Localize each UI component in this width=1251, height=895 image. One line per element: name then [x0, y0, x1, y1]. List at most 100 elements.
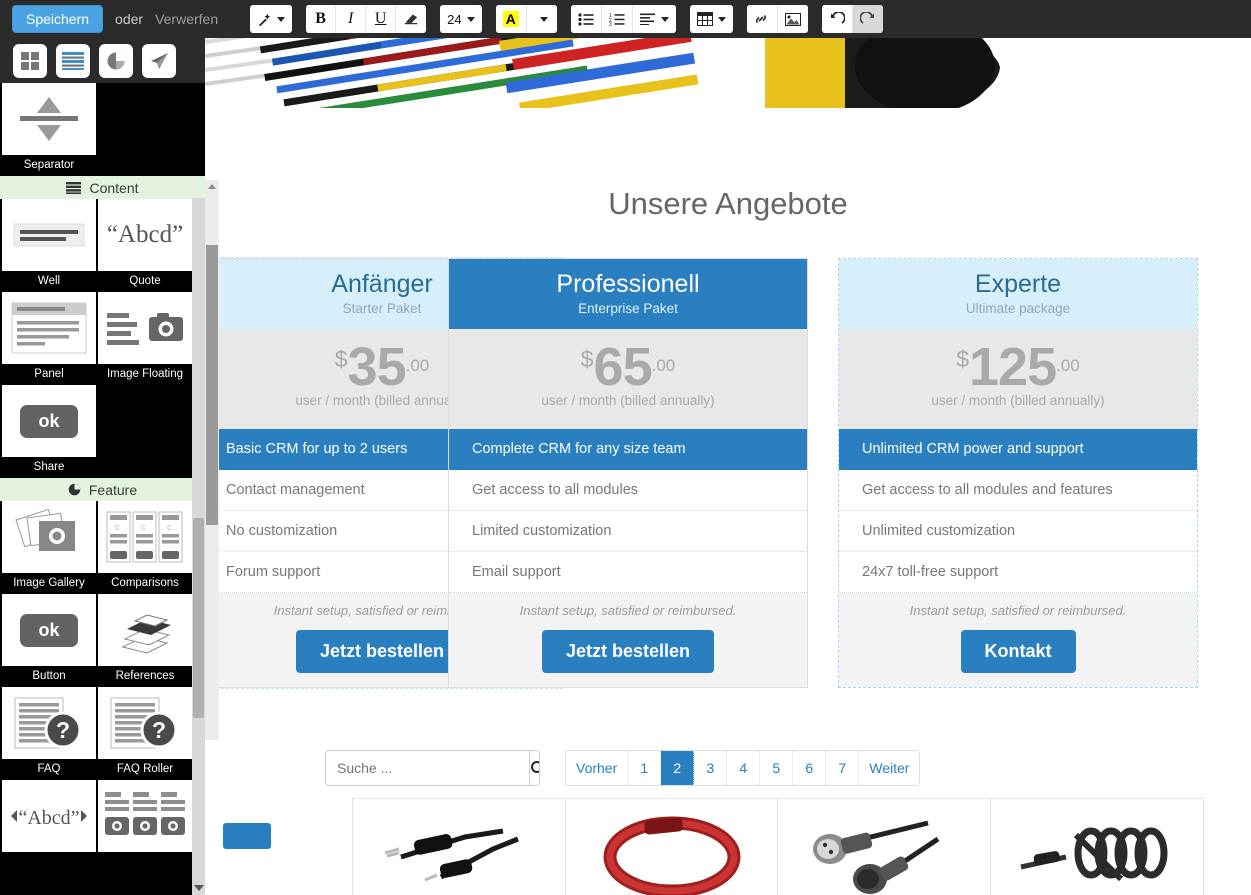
bold-button[interactable]: B [306, 5, 337, 33]
order-button[interactable]: Jetzt bestellen [295, 630, 469, 673]
list-group: 123 [570, 5, 676, 33]
separator-icon[interactable] [2, 83, 96, 155]
search-icon[interactable] [529, 751, 539, 785]
button-icon[interactable]: ok [2, 594, 96, 666]
font-size-group: 24 [440, 5, 482, 33]
sidebar-block-faq-roller[interactable]: ? FAQ Roller [98, 687, 192, 780]
format-group: B I U [306, 5, 427, 33]
search-input[interactable] [326, 751, 529, 785]
faq-roller-icon[interactable]: ? [98, 687, 192, 759]
italic-button[interactable]: I [336, 5, 367, 33]
sidebar-block-button[interactable]: ok Button [2, 594, 96, 687]
undo-icon[interactable] [821, 5, 853, 33]
content-scrollbar[interactable] [205, 180, 219, 740]
font-color-button[interactable]: A [495, 5, 527, 33]
pagination-page-4[interactable]: 4 [727, 751, 761, 785]
pagination-page-1[interactable]: 1 [628, 751, 662, 785]
scrollbar-thumb[interactable] [206, 245, 218, 525]
sidebar-block-well[interactable]: Well [2, 199, 96, 292]
card-subtitle: Ultimate package [965, 301, 1071, 316]
order-button[interactable]: Jetzt bestellen [541, 630, 715, 673]
paper-plane-icon[interactable] [142, 43, 176, 78]
pie-chart-icon [68, 483, 81, 496]
sidebar-scrollbar[interactable] [192, 198, 205, 895]
link-icon[interactable] [746, 5, 778, 33]
underline-button[interactable]: U [366, 5, 397, 33]
image-floating-icon[interactable] [98, 292, 192, 364]
pagination-page-3[interactable]: 3 [694, 751, 728, 785]
panel-icon[interactable] [2, 292, 96, 364]
sidebar-block-label: FAQ Roller [98, 759, 192, 780]
discard-button[interactable]: Verwerfen [155, 11, 218, 27]
search-box[interactable] [325, 750, 540, 786]
product-card[interactable]: 3,5 mm Stereo-Klinkenstecker auf 3,5 mm [991, 799, 1204, 895]
pagination-next[interactable]: Weiter [859, 751, 920, 785]
product-card[interactable]: 3,5 mm Stereo- [353, 799, 566, 895]
pagination-page-5[interactable]: 5 [760, 751, 794, 785]
sidebar-block-comparisons[interactable]: c c c Comparisons [98, 501, 192, 594]
redo-icon[interactable] [852, 5, 883, 33]
sidebar-scrollbar-thumb[interactable] [193, 518, 204, 718]
sidebar-block-faq[interactable]: ? FAQ [2, 687, 96, 780]
price-cents: .00 [651, 356, 676, 375]
share-button-icon[interactable]: ok [2, 385, 96, 457]
search-and-pagination-row: Vorher 1 2 3 4 5 6 7 Weiter [205, 750, 1251, 792]
feature-item: Complete CRM for any size team [449, 429, 807, 470]
eraser-icon[interactable] [396, 5, 427, 33]
well-icon[interactable] [2, 199, 96, 271]
sidebar-block-image-grid[interactable] [98, 780, 192, 873]
product-card[interactable] [778, 799, 991, 895]
card-subtitle: Enterprise Paket [578, 301, 678, 316]
sidebar-block-separator[interactable]: Separator [2, 83, 96, 176]
pagination-prev[interactable]: Vorher [566, 751, 629, 785]
sidebar-block-label: Share [2, 457, 96, 478]
grid-layout-icon[interactable] [13, 43, 47, 78]
sidebar-block-image-gallery[interactable]: Image Gallery [2, 501, 96, 594]
faq-icon[interactable]: ? [2, 687, 96, 759]
comparisons-icon[interactable]: ccc [98, 501, 192, 573]
pie-chart-icon[interactable] [99, 43, 133, 78]
svg-text:“Abcd”: “Abcd” [18, 807, 79, 829]
image-icon[interactable] [777, 5, 808, 33]
sidebar-block-share[interactable]: ok Share [2, 385, 96, 478]
hidden-order-button[interactable] [223, 823, 271, 849]
content-lines-icon [66, 181, 82, 194]
contact-button[interactable]: Kontakt [960, 630, 1076, 673]
sidebar-block-panel[interactable]: Panel [2, 292, 96, 385]
pricing-card-professional[interactable]: Professionell Enterprise Paket $65.00 us… [448, 258, 808, 688]
table-icon[interactable] [689, 5, 733, 33]
image-grid-icon[interactable] [98, 780, 192, 852]
magic-wand-icon[interactable] [250, 5, 293, 33]
currency-symbol: $ [334, 346, 348, 372]
image-gallery-icon[interactable] [2, 501, 96, 573]
editor-toolbar: Speichern oder Verwerfen B I U 24 A 1 2 … [0, 0, 1251, 38]
content-lines-icon[interactable] [56, 43, 90, 78]
quote-icon[interactable]: “Abcd” [98, 199, 192, 271]
sidebar-block-image-floating[interactable]: Image Floating [98, 292, 192, 385]
bullet-list-icon[interactable] [570, 5, 602, 33]
numbered-list-icon[interactable]: 123 [601, 5, 633, 33]
quote-carousel-icon[interactable]: “Abcd” [2, 780, 96, 852]
font-size-select[interactable]: 24 [440, 5, 482, 33]
font-color-dropdown[interactable] [526, 5, 557, 33]
pagination-page-6[interactable]: 6 [793, 751, 827, 785]
pricing-card-expert[interactable]: Experte Ultimate package $125.00 user / … [838, 258, 1198, 688]
product-image [353, 809, 566, 895]
product-card[interactable]: High-End-Stereo-Audio- [566, 799, 778, 895]
or-label: oder [115, 11, 144, 27]
pagination-page-7[interactable]: 7 [826, 751, 860, 785]
scroll-down-arrow-icon[interactable] [194, 885, 204, 891]
pagination-page-2[interactable]: 2 [661, 751, 695, 785]
save-button[interactable]: Speichern [12, 5, 104, 33]
price-period: user / month (billed annually) [541, 393, 715, 408]
align-left-icon[interactable] [632, 5, 676, 33]
sidebar-block-references[interactable]: References [98, 594, 192, 687]
sidebar-section-content: Content [0, 176, 205, 199]
scroll-up-arrow-icon[interactable] [208, 184, 216, 189]
price-amount: 125 [969, 337, 1057, 397]
sidebar-block-quote-carousel[interactable]: “Abcd” [2, 780, 96, 873]
sidebar-block-quote[interactable]: “Abcd” Quote [98, 199, 192, 292]
font-size-value: 24 [447, 11, 462, 27]
references-icon[interactable] [98, 594, 192, 666]
card-price: $125.00 user / month (billed annually) [839, 329, 1197, 429]
